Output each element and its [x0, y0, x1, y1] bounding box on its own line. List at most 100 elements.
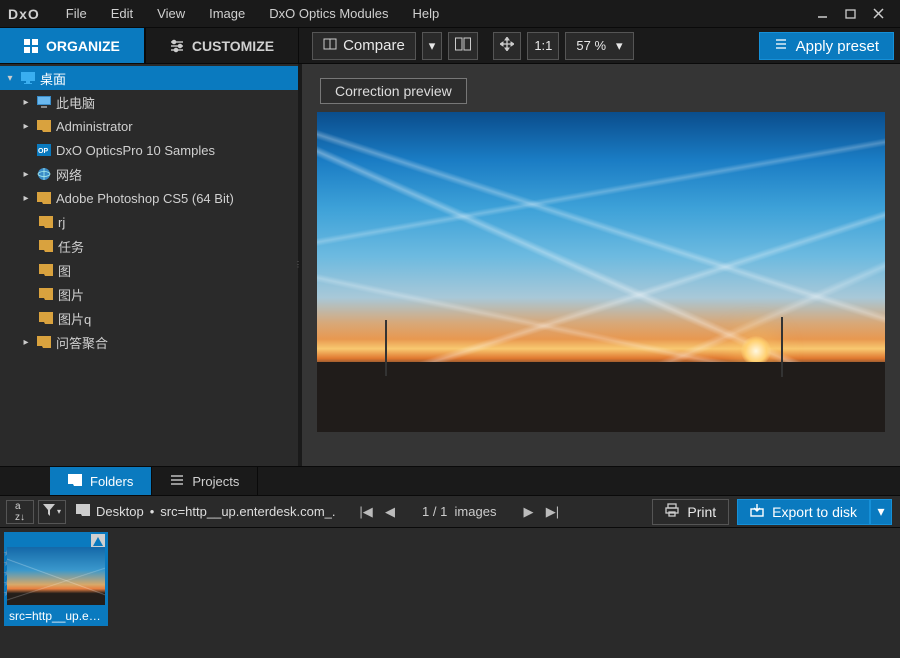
print-icon	[665, 503, 679, 520]
tree-item-dxo-samples[interactable]: OP DxO OpticsPro 10 Samples	[0, 138, 298, 162]
tree-item-label: 桌面	[40, 69, 66, 88]
chevron-down-icon: ▾	[616, 38, 623, 54]
expand-arrow-icon[interactable]: ▸	[20, 97, 32, 108]
breadcrumb-root: Desktop	[96, 504, 144, 519]
move-tool-button[interactable]	[493, 32, 521, 60]
window-close-button[interactable]	[864, 4, 892, 24]
folder-icon	[38, 215, 54, 229]
tree-item-label: 任务	[58, 237, 84, 256]
folder-icon	[68, 473, 82, 490]
export-button[interactable]: Export to disk	[737, 499, 870, 525]
folder-sidebar: ▾ 桌面 ▸ 此电脑 ▸ Administrator OP DxO Optics…	[0, 64, 302, 466]
svg-text:OP: OP	[38, 148, 48, 155]
zoom-value: 57 %	[576, 38, 606, 53]
menu-view[interactable]: View	[145, 0, 197, 28]
preview-image[interactable]	[317, 112, 885, 432]
apply-preset-label: Apply preset	[796, 38, 879, 55]
breadcrumb[interactable]: Desktop • src=http__up.enterdesk.com_...	[76, 503, 336, 520]
tree-item-label: 此电脑	[56, 93, 95, 112]
print-label: Print	[687, 504, 716, 520]
export-icon	[750, 503, 764, 520]
menu-optics-modules[interactable]: DxO Optics Modules	[257, 0, 400, 28]
splitter-handle[interactable]: ⋮	[294, 263, 302, 267]
zoom-1to1-button[interactable]: 1:1	[527, 32, 559, 60]
grid-icon	[24, 39, 38, 53]
tree-item-label: 图片q	[58, 309, 91, 328]
image-count: 1 / 1 images	[412, 504, 506, 519]
folder-icon	[36, 191, 52, 205]
thumbnail-badge-icon	[91, 534, 105, 548]
tree-item-wenda[interactable]: ▸ 问答聚合	[0, 330, 298, 354]
folder-icon	[36, 119, 52, 133]
print-button[interactable]: Print	[652, 499, 729, 525]
title-bar: DxO File Edit View Image DxO Optics Modu…	[0, 0, 900, 28]
filter-button[interactable]: ▾	[38, 500, 66, 524]
move-icon	[500, 37, 514, 54]
tree-item-this-pc[interactable]: ▸ 此电脑	[0, 90, 298, 114]
expand-arrow-icon[interactable]: ▸	[20, 193, 32, 204]
bottom-tab-label: Folders	[90, 474, 133, 489]
folder-icon	[38, 287, 54, 301]
tree-item-photoshop[interactable]: ▸ Adobe Photoshop CS5 (64 Bit)	[0, 186, 298, 210]
side-by-side-button[interactable]	[448, 32, 478, 60]
dxo-file-icon: OP	[36, 143, 52, 157]
bottom-tab-folders[interactable]: Folders	[50, 467, 152, 495]
sort-icon: az↓	[15, 501, 25, 523]
compare-dropdown[interactable]: ▾	[422, 32, 443, 60]
export-label: Export to disk	[772, 504, 857, 520]
expand-arrow-icon[interactable]: ▸	[20, 337, 32, 348]
chevron-down-icon: ▾	[877, 503, 884, 520]
nav-last-button[interactable]: ▶|	[542, 504, 562, 520]
split-view-icon	[455, 36, 471, 55]
tree-item-network[interactable]: ▸ 网络	[0, 162, 298, 186]
menu-edit[interactable]: Edit	[99, 0, 145, 28]
main-toolbar: ORGANIZE CUSTOMIZE Compare ▾ 1:1 57 % ▾ …	[0, 28, 900, 64]
main-area: ▾ 桌面 ▸ 此电脑 ▸ Administrator OP DxO Optics…	[0, 64, 900, 466]
folder-tree[interactable]: ▾ 桌面 ▸ 此电脑 ▸ Administrator OP DxO Optics…	[0, 64, 298, 466]
filmstrip[interactable]: ★★★★★ src=http__up.en...	[0, 528, 900, 658]
tab-organize[interactable]: ORGANIZE	[0, 28, 145, 63]
desktop-icon	[20, 71, 36, 85]
menu-help[interactable]: Help	[400, 0, 451, 28]
folder-icon	[38, 311, 54, 325]
tree-item-tasks[interactable]: 任务	[0, 234, 298, 258]
preview-area: Correction preview	[302, 64, 900, 466]
bottom-tab-projects[interactable]: Projects	[152, 467, 258, 495]
tree-item-label: DxO OpticsPro 10 Samples	[56, 143, 215, 158]
tree-root-desktop[interactable]: ▾ 桌面	[0, 66, 298, 90]
compare-button[interactable]: Compare	[312, 32, 416, 60]
zoom-level-dropdown[interactable]: 57 % ▾	[565, 32, 633, 60]
tree-item-tupianq[interactable]: 图片q	[0, 306, 298, 330]
thumbnail-label: src=http__up.en...	[7, 607, 105, 623]
window-maximize-button[interactable]	[836, 4, 864, 24]
compare-icon	[323, 37, 337, 54]
sort-button[interactable]: az↓	[6, 500, 34, 524]
apply-preset-button[interactable]: Apply preset	[759, 32, 894, 60]
expand-arrow-icon[interactable]: ▸	[20, 121, 32, 132]
nav-first-button[interactable]: |◀	[356, 504, 376, 520]
bottom-toolbar: az↓ ▾ Desktop • src=http__up.enterdesk.c…	[0, 496, 900, 528]
menu-file[interactable]: File	[54, 0, 99, 28]
breadcrumb-path: src=http__up.enterdesk.com_...	[160, 504, 336, 519]
export-dropdown[interactable]: ▾	[870, 499, 892, 525]
sliders-icon	[170, 39, 184, 53]
tree-item-label: Adobe Photoshop CS5 (64 Bit)	[56, 191, 234, 206]
folder-icon	[38, 263, 54, 277]
collapse-arrow-icon[interactable]: ▾	[4, 73, 16, 84]
breadcrumb-sep: •	[150, 504, 155, 519]
tree-item-tupian[interactable]: 图片	[0, 282, 298, 306]
folder-icon	[76, 503, 90, 520]
correction-preview-badge[interactable]: Correction preview	[320, 78, 467, 104]
thumbnail-item[interactable]: ★★★★★ src=http__up.en...	[4, 532, 108, 626]
window-minimize-button[interactable]	[808, 4, 836, 24]
zoom-ratio-label: 1:1	[534, 38, 552, 53]
menu-image[interactable]: Image	[197, 0, 257, 28]
bottom-tab-label: Projects	[192, 474, 239, 489]
tree-item-administrator[interactable]: ▸ Administrator	[0, 114, 298, 138]
nav-prev-button[interactable]: ◀	[380, 504, 400, 520]
tab-customize[interactable]: CUSTOMIZE	[145, 28, 299, 63]
expand-arrow-icon[interactable]: ▸	[20, 169, 32, 180]
nav-next-button[interactable]: ▶	[518, 504, 538, 520]
tree-item-tu[interactable]: 图	[0, 258, 298, 282]
tree-item-rj[interactable]: rj	[0, 210, 298, 234]
